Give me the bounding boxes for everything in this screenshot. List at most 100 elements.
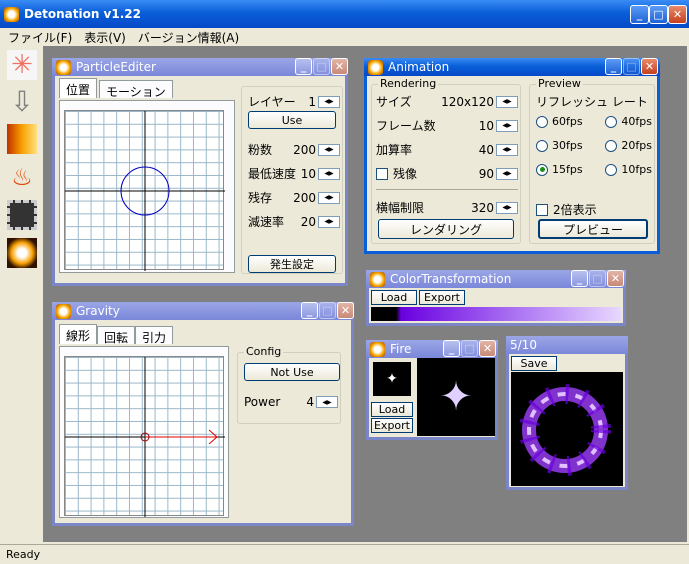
close-button[interactable]: ✕ xyxy=(668,5,687,24)
fps-radio-selected[interactable] xyxy=(536,163,548,176)
particle-editor-titlebar: ParticleEditer _ □ ✕ xyxy=(52,58,348,76)
width-limit-spinner[interactable]: ◀▶ xyxy=(496,201,518,214)
tab-attraction[interactable]: 引力 xyxy=(135,326,174,345)
power-spinner[interactable]: ◀▶ xyxy=(316,396,338,408)
field-value: 20 xyxy=(300,214,316,229)
load-button[interactable]: Load xyxy=(371,402,413,417)
field-spinner[interactable]: ◀▶ xyxy=(318,191,340,204)
tab-linear[interactable]: 線形 xyxy=(59,324,98,344)
fps-radio[interactable] xyxy=(536,115,548,128)
fps-radio[interactable] xyxy=(605,115,618,128)
gravity-title: Gravity xyxy=(76,304,120,318)
field-spinner[interactable]: ◀▶ xyxy=(318,143,340,156)
preview-button[interactable]: プレビュー xyxy=(538,219,648,239)
gradient-icon[interactable] xyxy=(7,124,37,154)
color-gradient-bar[interactable] xyxy=(371,307,621,321)
maximize-button[interactable]: □ xyxy=(313,58,330,75)
fps-radio[interactable] xyxy=(605,139,618,152)
explosion-icon[interactable] xyxy=(7,238,37,268)
preview-label: Preview xyxy=(536,77,583,90)
fps-label: 10fps xyxy=(621,163,652,176)
menu-bar: ファイル(F) 表示(V) バージョン情報(A) xyxy=(0,28,689,46)
close-button[interactable]: ✕ xyxy=(337,302,354,319)
maximize-button[interactable]: □ xyxy=(319,302,336,319)
menu-file[interactable]: ファイル(F) xyxy=(8,29,72,46)
field-spinner[interactable]: ◀▶ xyxy=(318,167,340,180)
menu-view[interactable]: 表示(V) xyxy=(84,29,126,46)
close-button[interactable]: ✕ xyxy=(331,58,348,75)
layer-label: レイヤー xyxy=(248,95,296,109)
double-size-checkbox[interactable] xyxy=(536,203,548,216)
frames-label: フレーム数 xyxy=(376,119,436,133)
status-bar: Ready xyxy=(0,544,689,564)
window-logo-icon xyxy=(368,59,383,75)
fire-icon[interactable]: ♨ xyxy=(7,162,37,192)
animation-titlebar: Animation _ □ ✕ xyxy=(364,58,660,76)
minimize-button[interactable]: _ xyxy=(295,58,312,75)
fps-radio[interactable] xyxy=(536,139,548,152)
frames-value: 10 xyxy=(478,118,494,133)
generate-settings-button[interactable]: 発生設定 xyxy=(248,255,336,273)
maximize-button[interactable]: □ xyxy=(623,58,640,75)
app-title: Detonation v1.22 xyxy=(24,7,141,21)
fire-titlebar: Fire _ □ ✕ xyxy=(366,340,498,358)
size-spinner[interactable]: ◀▶ xyxy=(496,95,518,108)
afterimage-spinner[interactable]: ◀▶ xyxy=(496,167,518,180)
field-value: 200 xyxy=(293,190,316,205)
color-transformation-titlebar: ColorTransformation _ □ ✕ xyxy=(366,270,626,288)
power-value: 4 xyxy=(306,395,314,409)
field-spinner[interactable]: ◀▶ xyxy=(318,215,340,228)
animation-window: Animation _ □ ✕ Rendering サイズ 120x120 ◀▶ フ… xyxy=(364,58,660,254)
afterimage-label: 残像 xyxy=(393,167,418,181)
minimize-button[interactable]: _ xyxy=(301,302,318,319)
frames-spinner[interactable]: ◀▶ xyxy=(496,119,518,132)
fps-label: 15fps xyxy=(552,163,583,176)
use-button[interactable]: Use xyxy=(248,111,336,129)
fps-label: 40fps xyxy=(621,115,652,128)
export-button[interactable]: Export xyxy=(419,290,465,305)
minimize-button[interactable]: _ xyxy=(571,270,588,287)
maximize-button[interactable]: □ xyxy=(589,270,606,287)
position-grid[interactable] xyxy=(64,110,225,271)
config-label: Config xyxy=(244,345,284,358)
minimize-button[interactable]: _ xyxy=(630,5,649,24)
layer-value: 1 xyxy=(308,94,316,109)
burst-icon[interactable]: ✳ xyxy=(7,50,37,80)
arrow-down-icon[interactable]: ⇩ xyxy=(7,85,37,118)
accel-spinner[interactable]: ◀▶ xyxy=(496,143,518,156)
menu-about[interactable]: バージョン情報(A) xyxy=(138,29,239,46)
afterimage-checkbox[interactable] xyxy=(376,167,388,180)
layer-spinner[interactable]: ◀▶ xyxy=(318,95,340,108)
close-button[interactable]: ✕ xyxy=(607,270,624,287)
close-button[interactable]: ✕ xyxy=(479,340,496,357)
app-titlebar: Detonation v1.22 _ □ ✕ xyxy=(0,0,689,28)
minimize-button[interactable]: _ xyxy=(605,58,622,75)
window-logo-icon xyxy=(56,59,71,75)
fire-small-preview: ✦ xyxy=(373,362,411,396)
maximize-button[interactable]: □ xyxy=(461,340,478,357)
accel-label: 加算率 xyxy=(376,143,413,157)
field-value: 10 xyxy=(300,166,316,181)
preview-title: 5/10 xyxy=(510,338,537,352)
field-label: 減速率 xyxy=(248,215,285,229)
not-use-button[interactable]: Not Use xyxy=(244,363,340,381)
maximize-button[interactable]: □ xyxy=(649,5,668,24)
fps-label: 30fps xyxy=(552,139,583,152)
tab-rotation[interactable]: 回転 xyxy=(97,326,136,345)
save-button[interactable]: Save xyxy=(511,356,557,371)
film-icon[interactable] xyxy=(7,200,37,230)
load-button[interactable]: Load xyxy=(371,290,417,305)
close-button[interactable]: ✕ xyxy=(641,58,658,75)
tab-motion[interactable]: モーション xyxy=(99,80,173,99)
export-button[interactable]: Export xyxy=(371,418,413,433)
gravity-grid[interactable] xyxy=(64,356,225,517)
fps-label: 20fps xyxy=(621,139,652,152)
window-logo-icon xyxy=(370,271,385,287)
accel-value: 40 xyxy=(478,142,494,157)
fps-radio[interactable] xyxy=(605,163,618,176)
animation-title: Animation xyxy=(388,60,450,74)
render-button[interactable]: レンダリング xyxy=(378,219,514,239)
minimize-button[interactable]: _ xyxy=(443,340,460,357)
fps-label: 60fps xyxy=(552,115,583,128)
tab-position[interactable]: 位置 xyxy=(59,78,98,98)
